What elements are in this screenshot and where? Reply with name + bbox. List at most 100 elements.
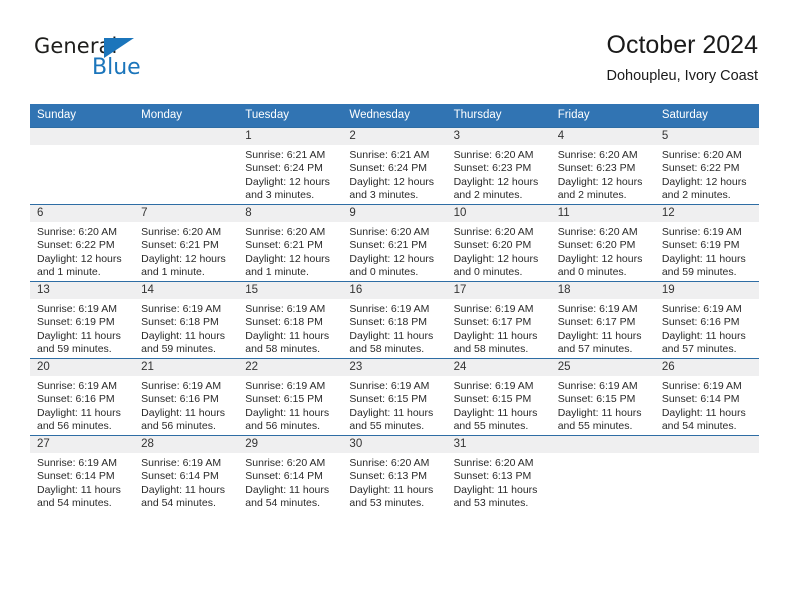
calendar-day-cell[interactable]: 23 Sunrise: 6:19 AM Sunset: 6:15 PM Dayligh… <box>342 358 447 436</box>
calendar-week-row: 13 Sunrise: 6:19 AM Sunset: 6:19 PM Dayligh… <box>30 281 759 359</box>
calendar-day-cell[interactable]: 10 Sunrise: 6:20 AM Sunset: 6:20 PM Dayligh… <box>446 204 551 282</box>
sunset-text: Sunset: 6:21 PM <box>141 239 219 252</box>
daylight-text: Daylight: 12 hours <box>661 175 747 188</box>
day-details: Sunrise: 6:19 AM Sunset: 6:15 PM Daylight:… <box>551 376 655 434</box>
calendar-day-cell[interactable]: 29 Sunrise: 6:20 AM Sunset: 6:14 PM Dayligh… <box>238 435 343 512</box>
calendar-day-cell[interactable]: 22 Sunrise: 6:19 AM Sunset: 6:15 PM Dayligh… <box>238 358 343 436</box>
sunset-text: Sunset: 6:18 PM <box>141 316 219 329</box>
sunset-text: Sunset: 6:19 PM <box>37 316 115 329</box>
calendar-day-cell[interactable]: 11 Sunrise: 6:20 AM Sunset: 6:20 PM Dayligh… <box>550 204 655 282</box>
daylight-text-cont: and 1 minute. <box>245 266 309 279</box>
calendar-day-cell[interactable]: 27 Sunrise: 6:19 AM Sunset: 6:14 PM Dayligh… <box>30 435 135 512</box>
calendar-day-cell[interactable]: 25 Sunrise: 6:19 AM Sunset: 6:15 PM Dayligh… <box>550 358 655 436</box>
daylight-text: Daylight: 12 hours <box>245 175 330 188</box>
calendar-day-cell[interactable]: 3 Sunrise: 6:20 AM Sunset: 6:23 PM Daylight… <box>446 127 551 205</box>
calendar-day-cell[interactable]: 15 Sunrise: 6:19 AM Sunset: 6:18 PM Dayligh… <box>238 281 343 359</box>
day-number: 30 <box>342 436 447 453</box>
calendar-day-cell[interactable]: 13 Sunrise: 6:19 AM Sunset: 6:19 PM Dayligh… <box>30 281 135 359</box>
day-number: 28 <box>134 436 239 453</box>
day-number: 25 <box>550 359 655 376</box>
calendar-day-cell[interactable]: 18 Sunrise: 6:19 AM Sunset: 6:17 PM Dayligh… <box>550 281 655 359</box>
day-number: 3 <box>446 128 551 145</box>
day-number: 1 <box>238 128 343 145</box>
general-blue-logo: General Blue <box>34 34 214 86</box>
daylight-text-cont: and 0 minutes. <box>453 266 523 279</box>
calendar-day-cell[interactable]: 2 Sunrise: 6:21 AM Sunset: 6:24 PM Daylight… <box>342 127 447 205</box>
day-details: Sunrise: 6:19 AM Sunset: 6:14 PM Daylight:… <box>655 376 759 434</box>
day-number: 23 <box>342 359 447 376</box>
day-details: Sunrise: 6:20 AM Sunset: 6:14 PM Daylight:… <box>238 453 342 511</box>
sunrise-text: Sunrise: 6:19 AM <box>349 303 430 315</box>
weekday-header-sunday: Sunday <box>30 104 135 128</box>
calendar-day-cell[interactable]: 19 Sunrise: 6:19 AM Sunset: 6:16 PM Dayligh… <box>654 281 759 359</box>
day-number: 31 <box>446 436 551 453</box>
calendar-page: General Blue October 2024 Dohoupleu, Ivo… <box>0 0 792 612</box>
daylight-text: Daylight: 11 hours <box>557 406 642 419</box>
calendar-day-cell[interactable]: 9 Sunrise: 6:20 AM Sunset: 6:21 PM Daylight… <box>342 204 447 282</box>
daylight-text: Daylight: 11 hours <box>453 329 538 342</box>
calendar-day-cell[interactable]: 7 Sunrise: 6:20 AM Sunset: 6:21 PM Daylight… <box>134 204 239 282</box>
calendar-body: 1 Sunrise: 6:21 AM Sunset: 6:24 PM Daylight… <box>30 127 759 512</box>
sunset-text: Sunset: 6:15 PM <box>453 393 532 406</box>
sunset-text: Sunset: 6:18 PM <box>349 316 428 329</box>
daylight-text: Daylight: 12 hours <box>245 252 330 265</box>
sunrise-text: Sunrise: 6:19 AM <box>557 303 638 315</box>
sunrise-text: Sunrise: 6:20 AM <box>661 149 742 161</box>
sunrise-text: Sunrise: 6:20 AM <box>37 226 117 238</box>
calendar-day-cell[interactable]: 5 Sunrise: 6:20 AM Sunset: 6:22 PM Daylight… <box>654 127 759 205</box>
sunset-text: Sunset: 6:16 PM <box>37 393 115 406</box>
sunset-text: Sunset: 6:15 PM <box>349 393 428 406</box>
day-details: Sunrise: 6:20 AM Sunset: 6:20 PM Daylight:… <box>447 222 551 280</box>
day-details: Sunrise: 6:19 AM Sunset: 6:19 PM Daylight:… <box>30 299 134 357</box>
calendar-day-cell[interactable]: 31 Sunrise: 6:20 AM Sunset: 6:13 PM Dayligh… <box>446 435 551 512</box>
daylight-text: Daylight: 11 hours <box>141 406 225 419</box>
daylight-text: Daylight: 12 hours <box>349 252 435 265</box>
calendar-day-cell[interactable]: 6 Sunrise: 6:20 AM Sunset: 6:22 PM Daylight… <box>30 204 135 282</box>
calendar-empty-cell <box>30 127 135 205</box>
day-details: Sunrise: 6:19 AM Sunset: 6:16 PM Daylight:… <box>655 299 759 357</box>
calendar-day-cell[interactable]: 28 Sunrise: 6:19 AM Sunset: 6:14 PM Dayligh… <box>134 435 239 512</box>
calendar-week-row: 27 Sunrise: 6:19 AM Sunset: 6:14 PM Dayligh… <box>30 435 759 512</box>
calendar-day-cell[interactable]: 8 Sunrise: 6:20 AM Sunset: 6:21 PM Daylight… <box>238 204 343 282</box>
daylight-text-cont: and 54 minutes. <box>245 497 320 510</box>
sunrise-text: Sunrise: 6:21 AM <box>349 149 430 161</box>
calendar-table: Sunday Monday Tuesday Wednesday Thursday Frid… <box>30 104 759 512</box>
sunset-text: Sunset: 6:23 PM <box>453 162 532 175</box>
calendar-header-row: Sunday Monday Tuesday Wednesday Thursday Frid… <box>30 104 759 128</box>
sunrise-text: Sunrise: 6:20 AM <box>141 226 222 238</box>
calendar-day-cell[interactable]: 1 Sunrise: 6:21 AM Sunset: 6:24 PM Daylight… <box>238 127 343 205</box>
calendar-day-cell[interactable]: 30 Sunrise: 6:20 AM Sunset: 6:13 PM Dayligh… <box>342 435 447 512</box>
calendar-day-cell[interactable]: 4 Sunrise: 6:20 AM Sunset: 6:23 PM Daylight… <box>550 127 655 205</box>
day-details: Sunrise: 6:19 AM Sunset: 6:15 PM Daylight:… <box>342 376 446 434</box>
sunrise-text: Sunrise: 6:19 AM <box>557 380 638 392</box>
sunrise-text: Sunrise: 6:19 AM <box>141 303 222 315</box>
day-number: 2 <box>342 128 447 145</box>
day-number: 18 <box>550 282 655 299</box>
sunset-text: Sunset: 6:17 PM <box>453 316 532 329</box>
sunset-text: Sunset: 6:15 PM <box>245 393 323 406</box>
sunset-text: Sunset: 6:21 PM <box>245 239 323 252</box>
sunset-text: Sunset: 6:17 PM <box>557 316 636 329</box>
day-number: 4 <box>550 128 655 145</box>
daylight-text: Daylight: 12 hours <box>453 175 539 188</box>
calendar-empty-cell <box>550 435 655 512</box>
calendar-day-cell[interactable]: 24 Sunrise: 6:19 AM Sunset: 6:15 PM Dayligh… <box>446 358 551 436</box>
day-details: Sunrise: 6:19 AM Sunset: 6:16 PM Daylight:… <box>134 376 238 434</box>
daylight-text: Daylight: 11 hours <box>245 406 330 419</box>
day-details: Sunrise: 6:20 AM Sunset: 6:13 PM Daylight:… <box>447 453 551 511</box>
daylight-text-cont: and 0 minutes. <box>557 266 627 279</box>
day-number: 21 <box>134 359 239 376</box>
calendar-day-cell[interactable]: 17 Sunrise: 6:19 AM Sunset: 6:17 PM Dayligh… <box>446 281 551 359</box>
sunrise-text: Sunrise: 6:20 AM <box>453 149 534 161</box>
daylight-text-cont: and 0 minutes. <box>349 266 419 279</box>
calendar-day-cell[interactable]: 14 Sunrise: 6:19 AM Sunset: 6:18 PM Dayligh… <box>134 281 239 359</box>
calendar-day-cell[interactable]: 20 Sunrise: 6:19 AM Sunset: 6:16 PM Dayligh… <box>30 358 135 436</box>
sunrise-text: Sunrise: 6:19 AM <box>37 380 117 392</box>
weekday-header-friday: Friday <box>550 104 655 128</box>
sunset-text: Sunset: 6:22 PM <box>661 162 740 175</box>
calendar-day-cell[interactable]: 26 Sunrise: 6:19 AM Sunset: 6:14 PM Dayligh… <box>654 358 759 436</box>
calendar-day-cell[interactable]: 16 Sunrise: 6:19 AM Sunset: 6:18 PM Dayligh… <box>342 281 447 359</box>
daylight-text-cont: and 56 minutes. <box>37 420 112 433</box>
calendar-day-cell[interactable]: 12 Sunrise: 6:19 AM Sunset: 6:19 PM Dayligh… <box>654 204 759 282</box>
calendar-day-cell[interactable]: 21 Sunrise: 6:19 AM Sunset: 6:16 PM Dayligh… <box>134 358 239 436</box>
